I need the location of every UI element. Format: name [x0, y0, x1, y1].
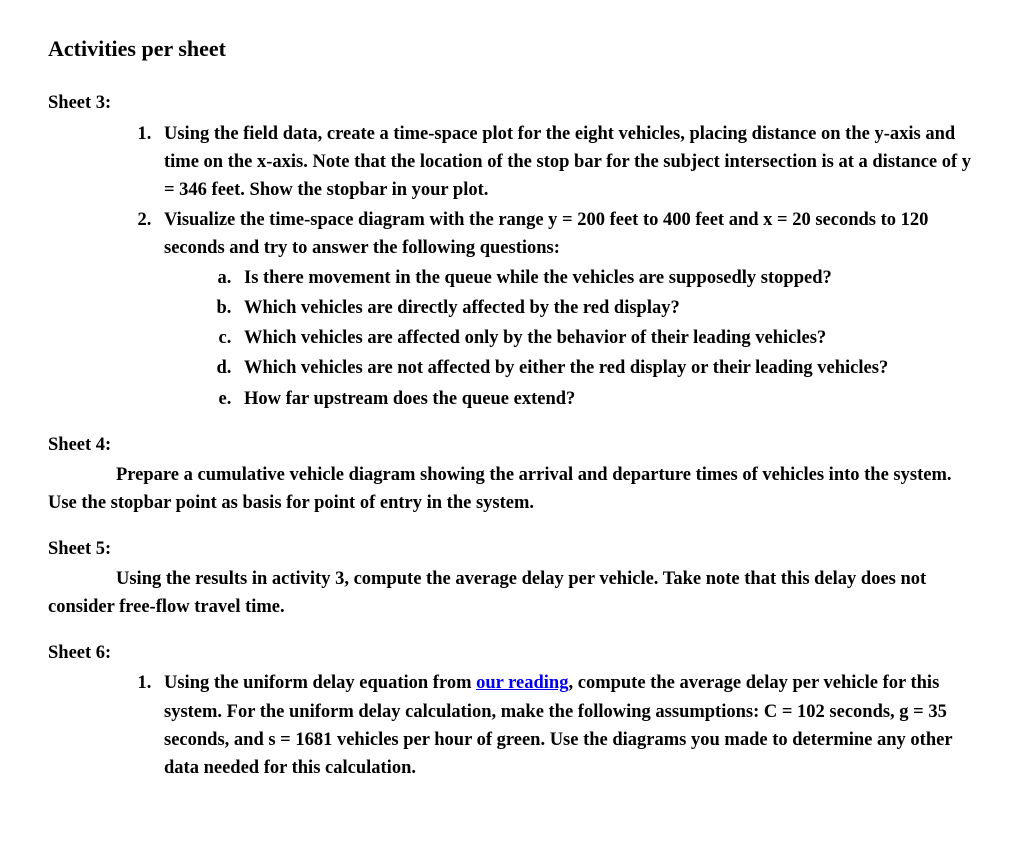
- sheet3-item-2-text: Visualize the time-space diagram with th…: [164, 210, 928, 258]
- sheet6-list: Using the uniform delay equation from ou…: [48, 669, 976, 781]
- sheet3-sub-b: Which vehicles are directly affected by …: [236, 294, 976, 322]
- reading-link[interactable]: our reading: [476, 673, 568, 693]
- sheet4-heading: Sheet 4:: [48, 431, 976, 459]
- sheet6-item-1: Using the uniform delay equation from ou…: [156, 669, 976, 781]
- sheet5-heading: Sheet 5:: [48, 535, 976, 563]
- sheet5-body: Using the results in activity 3, compute…: [48, 565, 976, 621]
- sheet3-sub-d: Which vehicles are not affected by eithe…: [236, 354, 976, 382]
- sheet3-item-2: Visualize the time-space diagram with th…: [156, 206, 976, 413]
- sheet6-item-1-before: Using the uniform delay equation from: [164, 673, 476, 693]
- sheet3-heading: Sheet 3:: [48, 89, 976, 117]
- page-title: Activities per sheet: [48, 32, 976, 65]
- sheet3-sub-a: Is there movement in the queue while the…: [236, 264, 976, 292]
- sheet3-sub-c: Which vehicles are affected only by the …: [236, 324, 976, 352]
- sheet3-sublist: Is there movement in the queue while the…: [164, 264, 976, 413]
- sheet3-list: Using the field data, create a time-spac…: [48, 120, 976, 413]
- sheet4-body: Prepare a cumulative vehicle diagram sho…: [48, 461, 976, 517]
- sheet3-sub-e: How far upstream does the queue extend?: [236, 385, 976, 413]
- sheet6-heading: Sheet 6:: [48, 639, 976, 667]
- sheet3-item-1: Using the field data, create a time-spac…: [156, 120, 976, 204]
- sheet3-item-1-text: Using the field data, create a time-spac…: [164, 124, 971, 200]
